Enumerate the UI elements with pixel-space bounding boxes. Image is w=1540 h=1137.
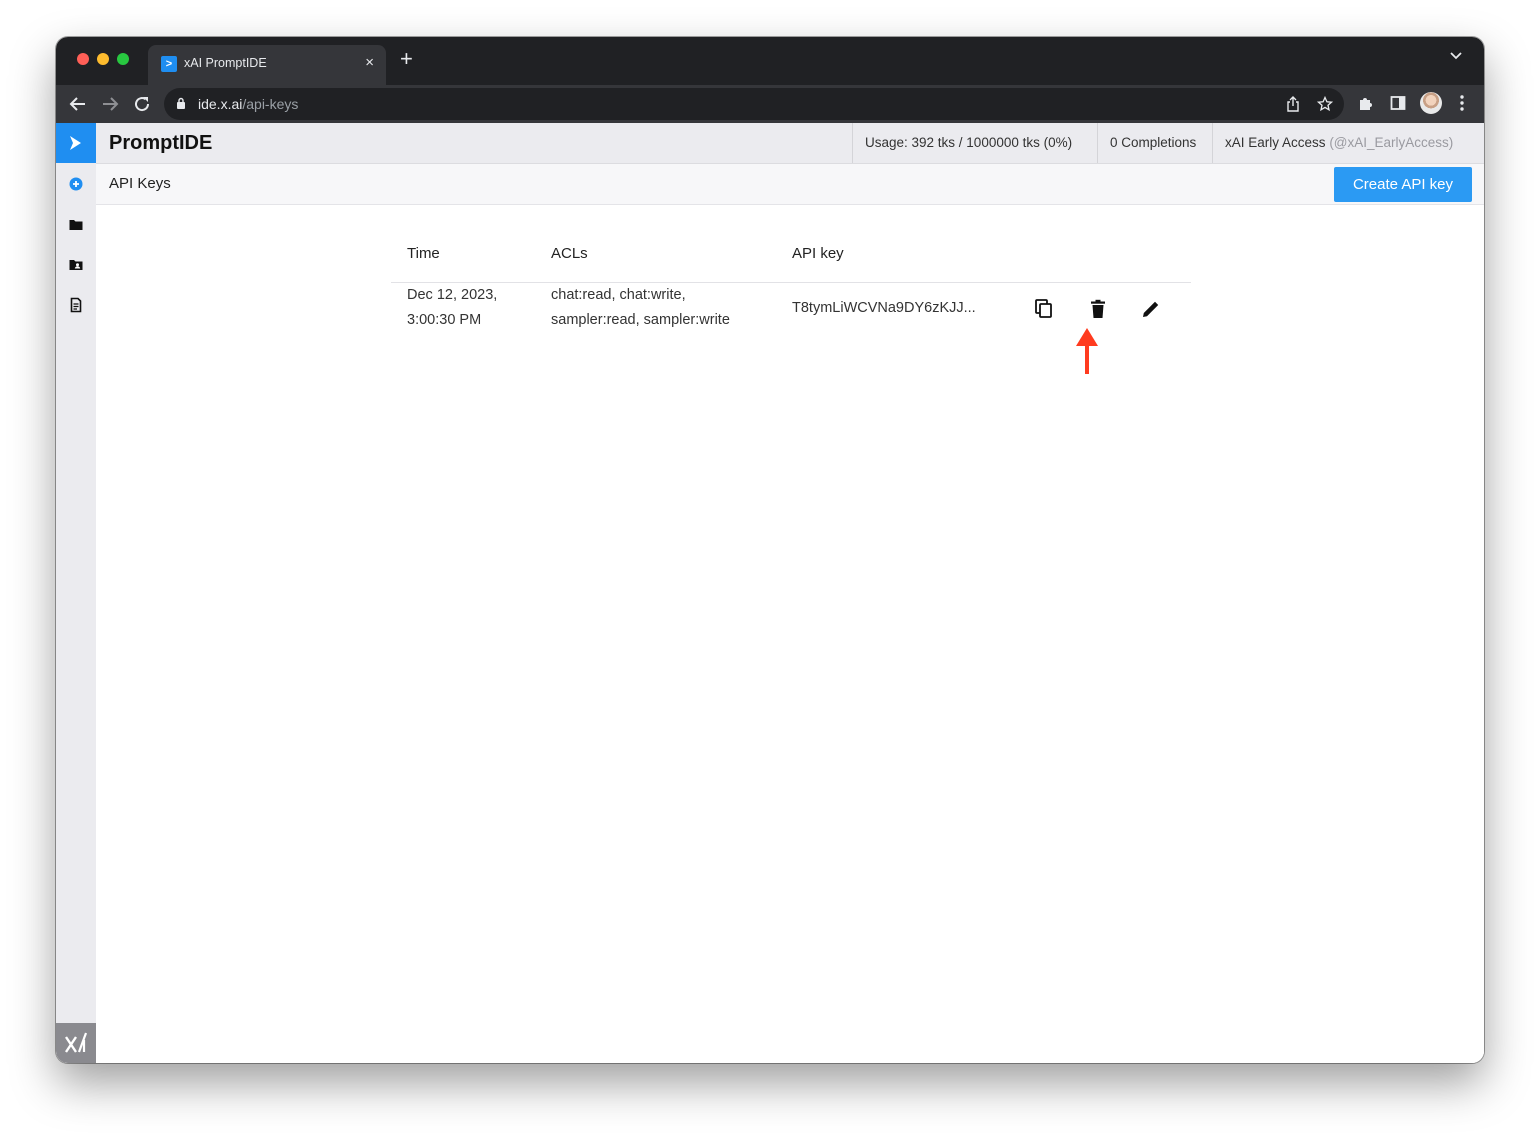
folder-icon[interactable] <box>68 217 84 233</box>
kebab-menu-icon[interactable] <box>1459 94 1465 112</box>
row-api-key: T8tymLiWCVNa9DY6zKJJ... <box>792 300 976 316</box>
page-title: API Keys <box>109 175 171 192</box>
tab-title: xAI PromptIDE <box>184 56 267 70</box>
close-tab-button[interactable]: × <box>365 54 374 71</box>
share-icon[interactable] <box>1286 96 1300 112</box>
maximize-window-button[interactable] <box>117 53 129 65</box>
favicon-icon: > <box>161 56 177 72</box>
browser-tab[interactable]: > xAI PromptIDE × <box>148 45 386 85</box>
reload-icon[interactable] <box>130 92 154 116</box>
row-acls: chat:read, chat:write, sampler:read, sam… <box>551 287 730 328</box>
extensions-puzzle-icon[interactable] <box>1357 94 1375 112</box>
chevron-down-icon[interactable] <box>1450 52 1462 60</box>
app-header: PromptIDE Usage: 392 tks / 1000000 tks (… <box>96 123 1484 164</box>
close-window-button[interactable] <box>77 53 89 65</box>
column-header-time: Time <box>407 245 440 262</box>
create-api-key-button[interactable]: Create API key <box>1334 167 1472 202</box>
profile-avatar[interactable] <box>1420 92 1442 114</box>
row-time: Dec 12, 2023, 3:00:30 PM <box>407 287 498 328</box>
document-icon[interactable] <box>68 297 84 313</box>
column-header-acls: ACLs <box>551 245 588 262</box>
side-panel-icon[interactable] <box>1390 95 1406 111</box>
pencil-icon[interactable] <box>1140 298 1162 320</box>
annotation-arrow-icon <box>1076 328 1098 374</box>
promptide-logo[interactable] <box>56 123 96 163</box>
copy-icon[interactable] <box>1033 298 1055 320</box>
completions-count: 0 Completions <box>1097 123 1213 163</box>
account-handle: (@xAI_EarlyAccess) <box>1329 135 1454 150</box>
lock-icon <box>177 97 185 109</box>
browser-toolbar: ide.x.ai/api-keys <box>56 85 1484 123</box>
forward-arrow-icon[interactable] <box>98 92 122 116</box>
tab-bar: > xAI PromptIDE × + <box>56 37 1484 85</box>
back-arrow-icon[interactable] <box>66 92 90 116</box>
xai-logo-icon <box>65 1032 88 1053</box>
plus-circle-icon[interactable] <box>68 176 84 192</box>
shared-folder-icon[interactable] <box>68 257 84 273</box>
usage-indicator: Usage: 392 tks / 1000000 tks (0%) <box>852 123 1098 163</box>
brand-title: PromptIDE <box>109 132 213 154</box>
sidebar <box>56 123 96 1063</box>
browser-window: > xAI PromptIDE × + ide.x.ai/api-keys Pr… <box>56 37 1484 1063</box>
trash-icon[interactable] <box>1087 298 1109 320</box>
page-toolbar: API Keys Create API key <box>96 164 1484 205</box>
address-bar[interactable]: ide.x.ai/api-keys <box>164 88 1344 120</box>
url-text: ide.x.ai/api-keys <box>198 96 299 112</box>
header-divider <box>391 282 1191 283</box>
main-content: Time ACLs API key Dec 12, 2023, 3:00:30 … <box>96 205 1484 1063</box>
account-menu[interactable]: xAI Early Access (@xAI_EarlyAccess) <box>1212 123 1484 163</box>
column-header-api-key: API key <box>792 245 844 262</box>
bookmark-star-icon[interactable] <box>1317 96 1333 112</box>
account-name: xAI Early Access <box>1225 135 1326 150</box>
new-tab-button[interactable]: + <box>400 48 413 70</box>
xai-logo[interactable] <box>56 1023 96 1063</box>
promptide-app: PromptIDE Usage: 392 tks / 1000000 tks (… <box>56 123 1484 1063</box>
minimize-window-button[interactable] <box>97 53 109 65</box>
chevron-right-logo-icon <box>70 136 81 150</box>
